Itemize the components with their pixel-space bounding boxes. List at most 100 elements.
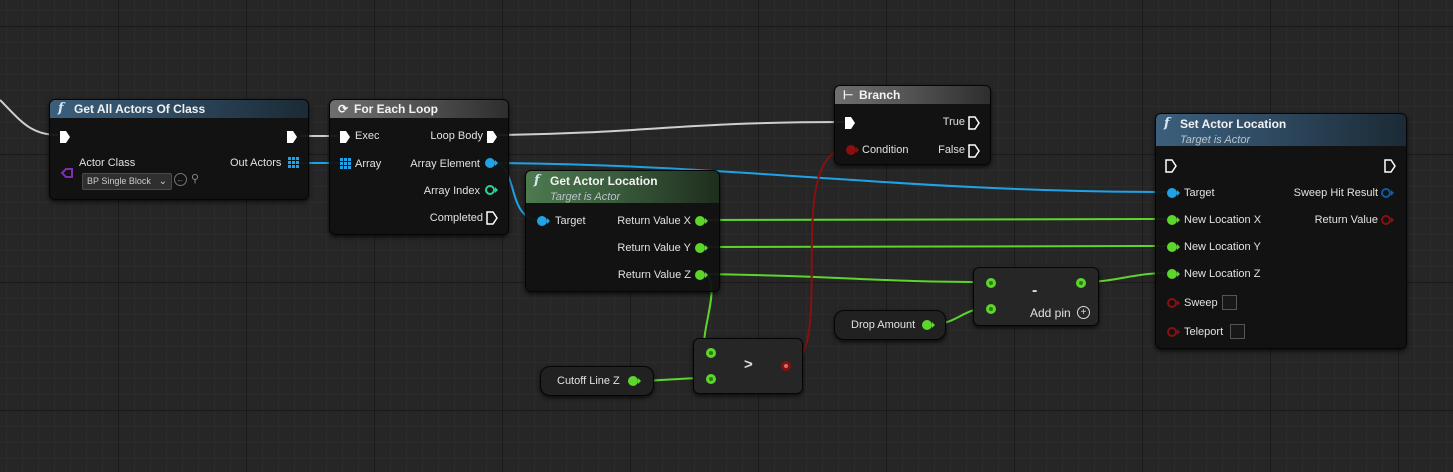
var-cutoff-line-z[interactable]: Cutoff Line Z bbox=[540, 366, 654, 396]
array-grid-pin[interactable] bbox=[340, 158, 352, 170]
subtract-input-a-pin[interactable] bbox=[985, 277, 997, 289]
node-greater-than[interactable]: > bbox=[693, 338, 803, 394]
node-get-all-actors-of-class[interactable]: f Get All Actors Of Class Actor Class BP… bbox=[49, 99, 309, 200]
exec-out-pin[interactable] bbox=[1384, 159, 1396, 173]
browse-search-icon[interactable]: ⚲ bbox=[191, 172, 199, 185]
node-branch[interactable]: ⊢ Branch Condition True False bbox=[834, 85, 991, 165]
node-title: Set Actor Location bbox=[1180, 117, 1287, 131]
node-title: Get Actor Location bbox=[550, 174, 658, 188]
subtract-symbol: - bbox=[1032, 282, 1038, 299]
float-wire-y bbox=[699, 245, 1171, 248]
array-element-pin[interactable] bbox=[484, 157, 498, 169]
greater-symbol: > bbox=[744, 356, 753, 373]
node-subtitle: Target is Actor bbox=[550, 191, 621, 203]
node-header: f Set Actor Location Target is Actor bbox=[1156, 114, 1406, 146]
return-x-label: Return Value X bbox=[617, 215, 691, 227]
function-icon: f bbox=[534, 173, 540, 188]
condition-label: Condition bbox=[862, 144, 909, 156]
condition-pin[interactable] bbox=[845, 144, 859, 156]
completed-label: Completed bbox=[429, 212, 483, 224]
array-grid-pin[interactable] bbox=[288, 157, 300, 169]
node-header: ⊢ Branch bbox=[835, 86, 990, 104]
target-label: Target bbox=[1184, 187, 1215, 199]
teleport-checkbox[interactable] bbox=[1230, 324, 1245, 339]
target-pin[interactable] bbox=[1166, 187, 1180, 199]
node-header: f Get Actor Location Target is Actor bbox=[526, 171, 719, 203]
exec-out-pin[interactable] bbox=[286, 130, 298, 144]
array-index-label: Array Index bbox=[423, 185, 480, 197]
add-pin-icon[interactable]: + bbox=[1077, 306, 1090, 319]
false-exec-pin[interactable] bbox=[968, 144, 980, 158]
cutoff-line-z-label: Cutoff Line Z bbox=[557, 375, 620, 387]
node-set-actor-location[interactable]: f Set Actor Location Target is Actor Tar… bbox=[1155, 113, 1407, 349]
loop-body-exec-pin[interactable] bbox=[486, 130, 498, 144]
var-drop-amount[interactable]: Drop Amount bbox=[834, 310, 946, 340]
sweep-label: Sweep bbox=[1184, 297, 1218, 309]
branch-icon: ⊢ bbox=[843, 88, 854, 102]
subtract-output-pin[interactable] bbox=[1075, 277, 1087, 289]
greater-input-b-pin[interactable] bbox=[705, 373, 717, 385]
true-label: True bbox=[942, 116, 965, 128]
cutoff-line-z-pin[interactable] bbox=[627, 375, 641, 387]
false-label: False bbox=[938, 144, 965, 156]
exec-in-pin[interactable] bbox=[59, 130, 71, 144]
new-location-y-label: New Location Y bbox=[1184, 241, 1261, 253]
node-header: f Get All Actors Of Class bbox=[50, 100, 308, 118]
teleport-pin[interactable] bbox=[1166, 326, 1180, 338]
node-title: Branch bbox=[859, 88, 901, 102]
exec-in-pin[interactable] bbox=[1165, 159, 1177, 173]
array-label: Array bbox=[355, 158, 382, 170]
return-y-label: Return Value Y bbox=[617, 242, 691, 254]
return-value-pin[interactable] bbox=[1380, 214, 1394, 226]
sweep-hit-result-pin[interactable] bbox=[1380, 187, 1394, 199]
actor-class-label: Actor Class bbox=[79, 157, 136, 169]
node-subtitle: Target is Actor bbox=[1180, 134, 1251, 146]
loop-icon: ⟳ bbox=[338, 102, 349, 116]
class-pin[interactable] bbox=[60, 167, 74, 179]
array-index-pin[interactable] bbox=[484, 184, 498, 196]
actor-class-dropdown[interactable]: BP Single Block ⌄ bbox=[82, 173, 172, 190]
exec-in-pin[interactable] bbox=[339, 130, 351, 144]
target-label: Target bbox=[555, 215, 586, 227]
subtract-input-b-pin[interactable] bbox=[985, 303, 997, 315]
teleport-label: Teleport bbox=[1184, 326, 1224, 338]
new-location-x-pin[interactable] bbox=[1166, 214, 1180, 226]
actor-class-value: BP Single Block bbox=[87, 176, 151, 186]
chevron-down-icon: ⌄ bbox=[158, 176, 167, 187]
node-title: For Each Loop bbox=[354, 102, 438, 116]
true-exec-pin[interactable] bbox=[968, 116, 980, 130]
float-wire-z-to-subtract bbox=[699, 273, 991, 283]
return-value-label: Return Value bbox=[1314, 214, 1378, 226]
completed-exec-pin[interactable] bbox=[486, 211, 498, 225]
node-title: Get All Actors Of Class bbox=[74, 102, 206, 116]
exec-in-pin[interactable] bbox=[844, 116, 856, 130]
array-element-label: Array Element bbox=[410, 158, 480, 170]
sweep-checkbox[interactable] bbox=[1222, 295, 1237, 310]
greater-input-a-pin[interactable] bbox=[705, 347, 717, 359]
function-icon: f bbox=[58, 101, 64, 116]
node-subtract[interactable]: - Add pin + bbox=[973, 267, 1099, 326]
node-header: ⟳ For Each Loop bbox=[330, 100, 508, 118]
return-z-pin[interactable] bbox=[694, 269, 708, 281]
node-for-each-loop[interactable]: ⟳ For Each Loop Exec Array Loop Body Arr… bbox=[329, 99, 509, 235]
return-y-pin[interactable] bbox=[694, 242, 708, 254]
return-x-pin[interactable] bbox=[694, 215, 708, 227]
target-pin[interactable] bbox=[536, 215, 550, 227]
node-get-actor-location[interactable]: f Get Actor Location Target is Actor Tar… bbox=[525, 170, 720, 292]
return-z-label: Return Value Z bbox=[617, 269, 691, 281]
new-location-x-label: New Location X bbox=[1184, 214, 1262, 226]
add-pin-label[interactable]: Add pin bbox=[1030, 306, 1071, 320]
sweep-hit-result-label: Sweep Hit Result bbox=[1293, 187, 1378, 199]
use-selected-icon[interactable]: ← bbox=[174, 173, 187, 186]
drop-amount-label: Drop Amount bbox=[851, 319, 916, 331]
sweep-pin[interactable] bbox=[1166, 297, 1180, 309]
float-wire-x bbox=[699, 218, 1171, 221]
exec-wire-loopbody-to-branch bbox=[497, 121, 846, 136]
out-actors-label: Out Actors bbox=[230, 157, 282, 169]
drop-amount-pin[interactable] bbox=[921, 319, 935, 331]
new-location-z-pin[interactable] bbox=[1166, 268, 1180, 280]
new-location-y-pin[interactable] bbox=[1166, 241, 1180, 253]
exec-label: Exec bbox=[355, 130, 380, 142]
greater-output-pin[interactable] bbox=[780, 360, 792, 372]
function-icon: f bbox=[1164, 116, 1170, 131]
